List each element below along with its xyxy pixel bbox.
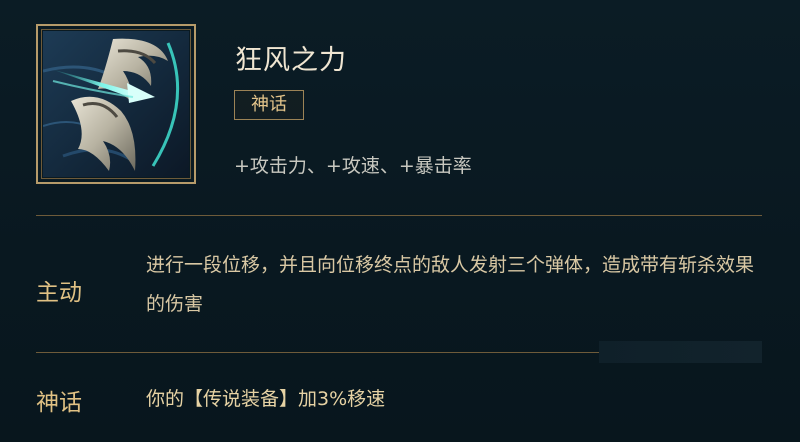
divider-fade (599, 341, 762, 363)
item-icon-frame (36, 24, 196, 184)
mythic-label: 神话 (36, 390, 82, 416)
bow-arrow-icon (43, 31, 189, 177)
item-name: 狂风之力 (235, 45, 347, 76)
active-description: 进行一段位移，并且向位移终点的敌人发射三个弹体，造成带有斩杀效果的伤害 (146, 254, 755, 315)
divider (36, 352, 599, 353)
mythic-description: 你的【传说装备】加3%移速 (146, 388, 386, 410)
active-label: 主动 (36, 280, 82, 306)
divider (36, 215, 762, 216)
item-tooltip: 狂风之力 神话 +攻击力、+攻速、+暴击率 主动 进行一段位移，并且向位移终点的… (0, 0, 800, 442)
rarity-badge: 神话 (234, 90, 304, 120)
item-stats: +攻击力、+攻速、+暴击率 (234, 155, 472, 177)
